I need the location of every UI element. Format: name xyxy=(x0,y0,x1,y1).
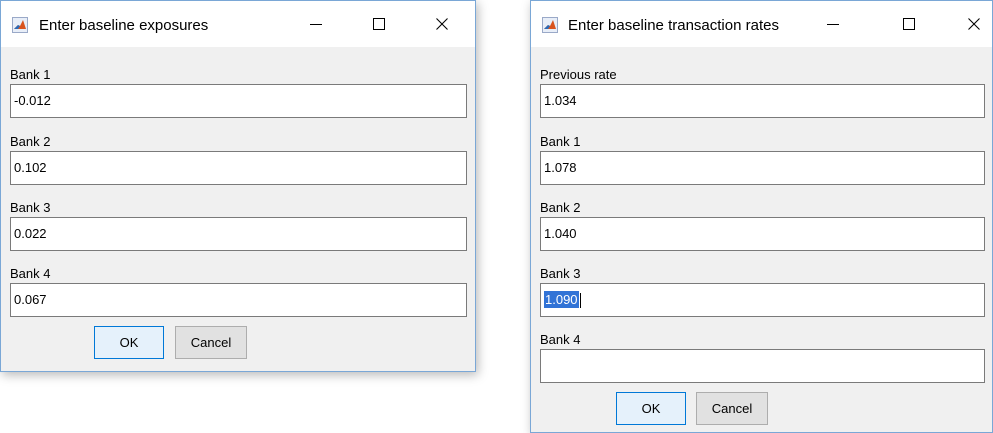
bank-1-label: Bank 1 xyxy=(10,67,51,82)
maximize-icon xyxy=(373,18,385,30)
bank-4-label: Bank 4 xyxy=(540,332,581,347)
bank-2-label: Bank 2 xyxy=(540,200,581,215)
bank-1-label: Bank 1 xyxy=(540,134,581,149)
bank-4-input[interactable] xyxy=(540,349,985,383)
close-button[interactable] xyxy=(951,1,993,47)
bank-1-input[interactable]: 1.078 xyxy=(540,151,985,185)
minimize-icon xyxy=(827,24,839,25)
baseline-transaction-rates-dialog: Enter baseline transaction rates Previou… xyxy=(530,0,993,433)
ok-button[interactable]: OK xyxy=(616,392,686,425)
minimize-button[interactable] xyxy=(293,1,339,47)
window-title: Enter baseline transaction rates xyxy=(568,17,779,34)
bank-2-label: Bank 2 xyxy=(10,134,51,149)
maximize-icon xyxy=(903,18,915,30)
maximize-button[interactable] xyxy=(886,1,932,47)
close-icon xyxy=(968,18,980,30)
bank-3-label: Bank 3 xyxy=(540,266,581,281)
bank-2-input[interactable]: 0.102 xyxy=(10,151,467,185)
title-bar[interactable]: Enter baseline exposures xyxy=(1,1,475,47)
bank-1-input[interactable]: -0.012 xyxy=(10,84,467,118)
previous-rate-input[interactable]: 1.034 xyxy=(540,84,985,118)
baseline-exposures-dialog: Enter baseline exposures Bank 1 -0.012 B… xyxy=(0,0,476,372)
title-bar[interactable]: Enter baseline transaction rates xyxy=(531,1,992,47)
bank-4-input[interactable]: 0.067 xyxy=(10,283,467,317)
text-caret xyxy=(579,293,581,309)
cancel-button[interactable]: Cancel xyxy=(175,326,247,359)
matlab-icon xyxy=(542,17,558,33)
ok-button[interactable]: OK xyxy=(94,326,164,359)
bank-3-input[interactable]: 1.090 xyxy=(540,283,985,317)
previous-rate-label: Previous rate xyxy=(540,67,617,82)
close-button[interactable] xyxy=(419,1,465,47)
close-icon xyxy=(436,18,448,30)
selected-text: 1.090 xyxy=(544,291,579,308)
cancel-button[interactable]: Cancel xyxy=(696,392,768,425)
minimize-button[interactable] xyxy=(810,1,856,47)
bank-3-input[interactable]: 0.022 xyxy=(10,217,467,251)
bank-2-input[interactable]: 1.040 xyxy=(540,217,985,251)
window-title: Enter baseline exposures xyxy=(39,17,209,34)
maximize-button[interactable] xyxy=(356,1,402,47)
bank-3-label: Bank 3 xyxy=(10,200,51,215)
matlab-icon xyxy=(12,17,28,33)
minimize-icon xyxy=(310,24,322,25)
bank-4-label: Bank 4 xyxy=(10,266,51,281)
